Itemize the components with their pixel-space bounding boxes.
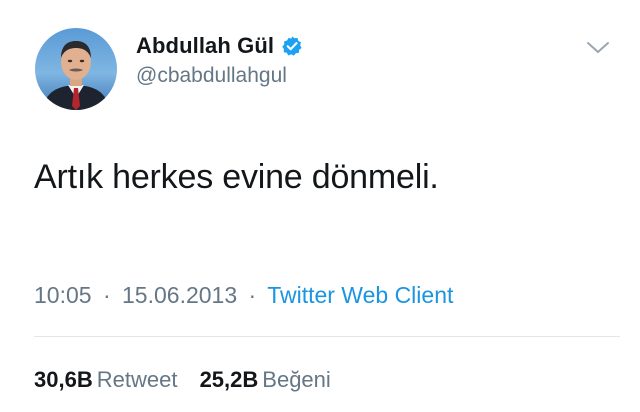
avatar-image: [35, 28, 117, 110]
verified-badge-icon: [281, 35, 303, 57]
retweets-count: 30,6B: [34, 367, 93, 392]
tweet-text: Artık herkes evine dönmeli.: [34, 158, 439, 196]
retweets-stat[interactable]: 30,6B Retweet: [34, 367, 184, 392]
likes-count: 25,2B: [199, 367, 259, 392]
retweets-label: Retweet: [96, 367, 178, 392]
tweet-stats: 30,6B Retweet 25,2B Beğeni: [34, 367, 331, 393]
meta-separator: ·: [102, 282, 111, 308]
tweet-card: Abdullah Gül @cbabdullahgul Artık herkes…: [0, 0, 640, 412]
author-handle[interactable]: @cbabdullahgul: [136, 64, 287, 88]
likes-stat[interactable]: 25,2B Beğeni: [200, 367, 331, 392]
tweet-source-link[interactable]: Twitter Web Client: [267, 282, 453, 308]
meta-separator: ·: [248, 282, 257, 308]
divider: [34, 336, 620, 337]
likes-label: Beğeni: [262, 367, 331, 392]
avatar[interactable]: [35, 28, 117, 110]
author-display-name[interactable]: Abdullah Gül: [136, 33, 274, 59]
tweet-date[interactable]: 15.06.2013: [122, 282, 237, 308]
author-name-row[interactable]: Abdullah Gül: [136, 31, 303, 61]
tweet-time[interactable]: 10:05: [34, 282, 92, 308]
tweet-meta: 10:05 · 15.06.2013 · Twitter Web Client: [34, 282, 453, 309]
chevron-down-icon[interactable]: [586, 40, 610, 56]
